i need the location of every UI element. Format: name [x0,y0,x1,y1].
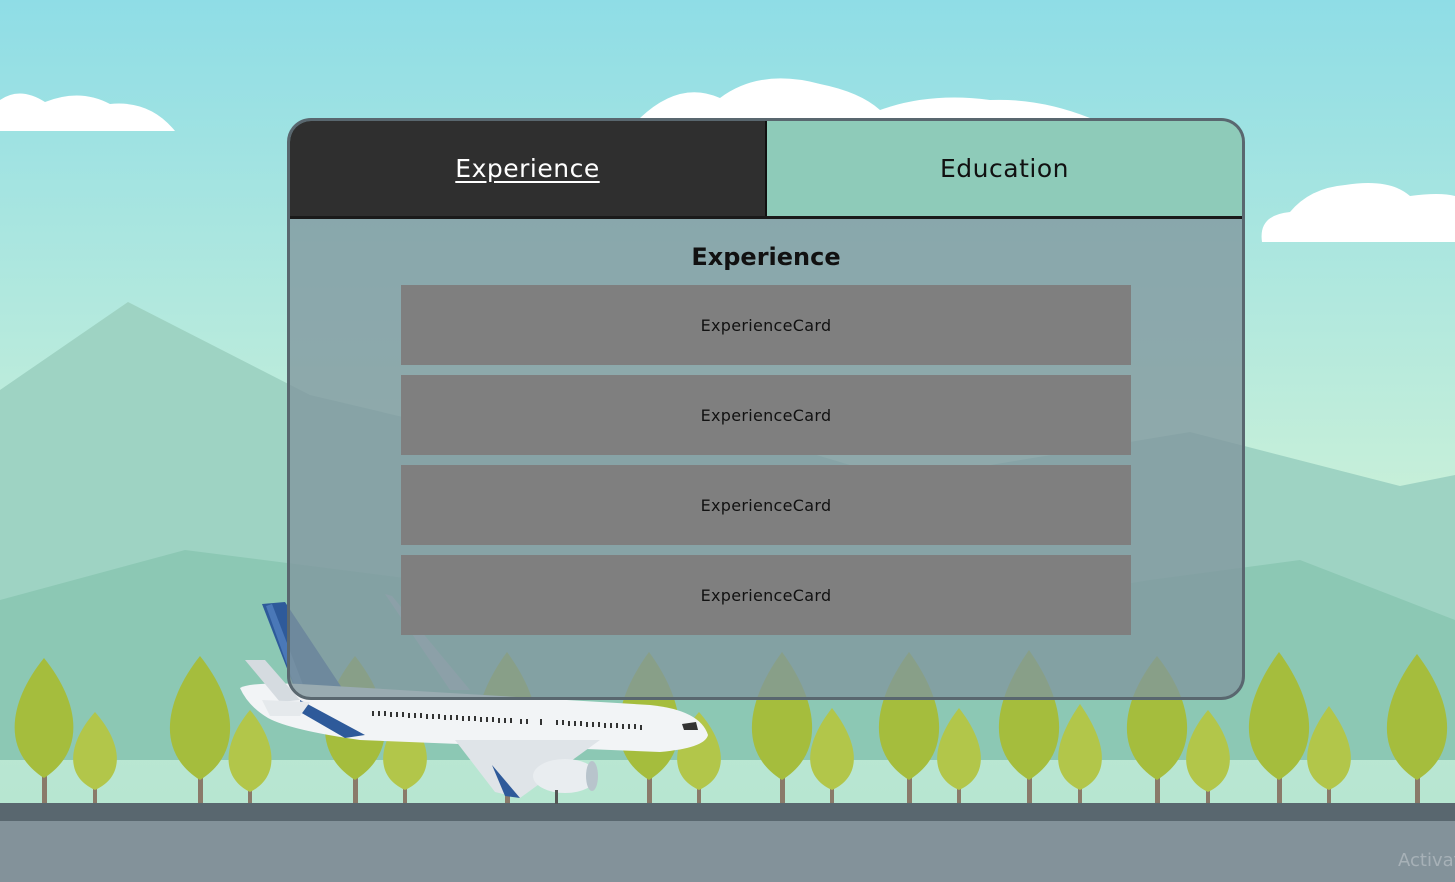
tab-experience[interactable]: Experience [290,121,767,216]
experience-card[interactable]: ExperienceCard [401,285,1131,365]
experience-card[interactable]: ExperienceCard [401,555,1131,635]
tab-content: Experience ExperienceCard ExperienceCard… [290,219,1242,635]
activation-watermark: Activat [1398,850,1455,871]
tabbed-panel: Experience Education Experience Experien… [287,118,1245,700]
experience-card[interactable]: ExperienceCard [401,375,1131,455]
runway [0,821,1455,882]
experience-card-list: ExperienceCard ExperienceCard Experience… [401,285,1131,635]
section-title: Experience [691,243,841,271]
runway-edge [0,803,1455,821]
tab-education[interactable]: Education [767,121,1242,216]
experience-card[interactable]: ExperienceCard [401,465,1131,545]
tab-bar: Experience Education [290,121,1242,219]
